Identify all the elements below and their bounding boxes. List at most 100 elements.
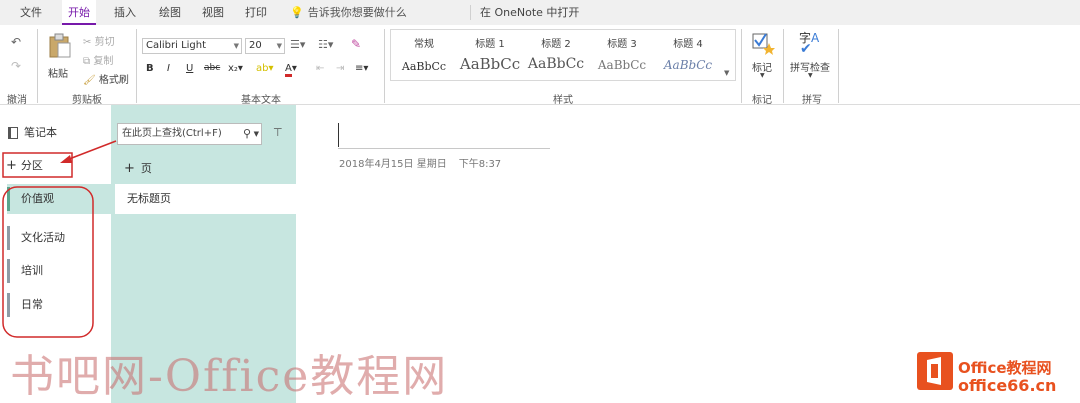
clipboard-group-label: 剪贴板	[72, 95, 102, 106]
style-preview: AaBbCc	[597, 58, 647, 72]
spelling-button[interactable]: 字A ✔ 拼写检查 ▼	[788, 29, 834, 87]
basic-text-group-label: 基本文本	[241, 95, 281, 106]
add-page-button[interactable]: + 页	[124, 160, 152, 176]
notebook-label: 笔记本	[24, 126, 57, 139]
style-name: 常规	[414, 39, 434, 50]
tab-draw[interactable]: 绘图	[155, 0, 185, 25]
italic-icon[interactable]: I	[167, 63, 170, 74]
font-size-dropdown[interactable]: 20 ▼	[245, 38, 285, 54]
tab-file[interactable]: 文件	[16, 0, 46, 25]
logo-text-line2: office66.cn	[958, 376, 1057, 395]
subscript-icon[interactable]: x₂▾	[228, 63, 243, 74]
plus-icon: +	[124, 161, 135, 176]
tab-insert[interactable]: 插入	[110, 0, 140, 25]
divider	[470, 5, 471, 20]
add-section-button[interactable]: + 分区	[6, 157, 43, 173]
tags-button[interactable]: 标记 ▼	[748, 29, 778, 87]
undo-icon[interactable]: ↶	[11, 35, 21, 49]
search-input[interactable]: 在此页上查找(Ctrl+F) ⚲ ▼	[117, 123, 262, 145]
styles-group-label: 样式	[553, 95, 573, 106]
font-name-dropdown[interactable]: Calibri Light ▼	[142, 38, 242, 54]
numbering-icon[interactable]: ☷▾	[318, 38, 333, 51]
section-label: 文化活动	[21, 231, 65, 244]
style-preview: AaBbCc	[459, 55, 521, 73]
divider	[783, 29, 784, 103]
checkmark-icon: ✔	[800, 41, 812, 57]
style-name: 标题 4	[673, 39, 703, 50]
notebook-button[interactable]: 笔记本	[8, 124, 57, 140]
ribbon: ↶ ↷ 撤消 粘贴 ✂ 剪切 ⧉ 复制 🖌 格式刷 剪贴板 Calibri Li…	[0, 25, 1080, 106]
add-section-label: 分区	[20, 159, 43, 172]
chevron-down-icon: ▼	[253, 130, 259, 138]
add-page-label: 页	[140, 162, 152, 175]
section-label: 价值观	[21, 192, 54, 205]
highlight-icon[interactable]: ab▾	[256, 63, 274, 74]
paste-button[interactable]: 粘贴	[45, 31, 75, 81]
section-item[interactable]: 日常	[7, 290, 111, 320]
page-label: 无标题页	[127, 192, 171, 205]
page-timestamp: 2018年4月15日 星期日 下午8:37	[339, 155, 501, 170]
checkbox-star-icon	[752, 33, 775, 55]
copy-icon: ⧉	[83, 56, 91, 67]
search-icon: ⚲	[242, 127, 251, 140]
format-painter-button[interactable]: 🖌 格式刷	[83, 71, 129, 86]
notebook-icon	[8, 127, 18, 139]
office-logo-mark	[927, 357, 941, 385]
ribbon-tab-bar: 文件 开始 插入 绘图 视图 打印 💡 告诉我你想要做什么 在 OneNote 中…	[0, 0, 1080, 25]
section-color-bar	[7, 226, 10, 250]
title-cursor[interactable]	[338, 123, 339, 147]
section-item[interactable]: 培训	[7, 256, 111, 286]
office-logo-icon	[917, 352, 953, 390]
clipboard-icon	[49, 33, 71, 58]
divider	[838, 29, 839, 103]
cut-button[interactable]: ✂ 剪切	[83, 33, 115, 48]
logo-text-line1: Office教程网	[958, 359, 1052, 377]
section-item[interactable]: 价值观	[7, 184, 111, 214]
page-title-underline	[338, 148, 550, 149]
section-color-bar	[7, 259, 10, 283]
style-name: 标题 2	[541, 39, 571, 50]
search-placeholder: 在此页上查找(Ctrl+F)	[122, 128, 222, 139]
chevron-down-icon: ▼	[760, 72, 765, 79]
bold-icon[interactable]: B	[146, 63, 154, 74]
paintbrush-icon: 🖌	[83, 75, 96, 86]
font-color-icon[interactable]: A▾	[285, 63, 297, 77]
increase-indent-icon[interactable]: ⇥	[336, 63, 344, 74]
divider	[136, 29, 137, 103]
divider	[741, 29, 742, 103]
tab-print[interactable]: 打印	[241, 0, 271, 25]
font-size-value: 20	[249, 40, 262, 51]
copy-button[interactable]: ⧉ 复制	[83, 52, 113, 67]
scissors-icon: ✂	[83, 37, 92, 48]
bullets-icon[interactable]: ☰▾	[290, 38, 305, 51]
style-preview: AaBbCc	[401, 60, 447, 73]
decrease-indent-icon[interactable]: ⇤	[316, 63, 324, 74]
spelling-group-label: 拼写	[802, 95, 822, 106]
section-color-bar	[7, 293, 10, 317]
style-preview: AaBbCc	[663, 58, 713, 72]
styles-more-icon[interactable]: ▼	[724, 69, 729, 77]
page-date: 2018年4月15日 星期日	[339, 159, 447, 170]
chevron-down-icon: ▼	[808, 72, 813, 79]
strikethrough-icon[interactable]: abc	[204, 63, 220, 73]
align-icon[interactable]: ≡▾	[355, 63, 368, 74]
tell-me-box[interactable]: 💡 告诉我你想要做什么	[290, 0, 407, 25]
style-name: 标题 1	[475, 39, 505, 50]
underline-icon[interactable]: U	[186, 63, 193, 74]
clear-formatting-icon[interactable]: ✎	[351, 37, 361, 51]
styles-gallery: 常规 AaBbCc 标题 1 AaBbCc 标题 2 AaBbCc 标题 3 A…	[390, 29, 736, 81]
style-preview: AaBbCc	[527, 56, 585, 72]
watermark-text: 书吧网-Office教程网	[10, 351, 449, 402]
pin-icon[interactable]: ⊤	[273, 126, 283, 139]
open-in-onenote-link[interactable]: 在 OneNote 中打开	[480, 0, 579, 25]
section-label: 日常	[21, 298, 43, 311]
undo-group-label: 撤消	[7, 95, 27, 106]
format-painter-label: 格式刷	[98, 75, 129, 86]
page-item[interactable]: 无标题页	[115, 184, 296, 214]
divider	[384, 29, 385, 103]
tab-home[interactable]: 开始	[62, 0, 96, 25]
copy-label: 复制	[93, 56, 114, 67]
section-item[interactable]: 文化活动	[7, 223, 111, 253]
redo-icon[interactable]: ↷	[11, 59, 21, 73]
tab-view[interactable]: 视图	[198, 0, 228, 25]
